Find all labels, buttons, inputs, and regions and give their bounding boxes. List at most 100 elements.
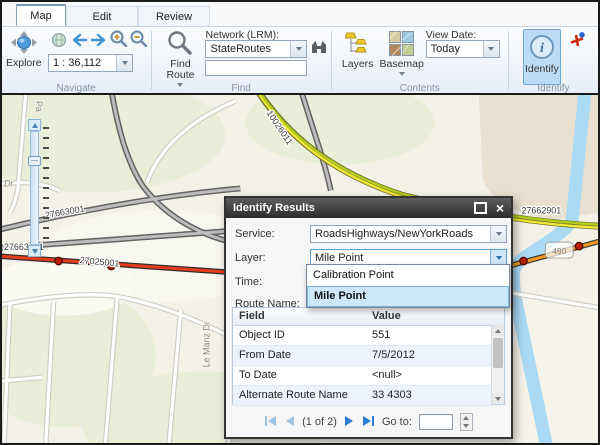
- map-zoom-slider[interactable]: [28, 119, 41, 257]
- next-extent-button[interactable]: [90, 33, 108, 51]
- search-routes-button[interactable]: [310, 40, 328, 58]
- field-cell: Object ID: [233, 326, 366, 345]
- last-page-button[interactable]: [362, 415, 375, 430]
- value-cell: 33 4303: [366, 386, 491, 405]
- chevron-down-icon: [399, 72, 405, 76]
- triangle-down-icon: [495, 397, 501, 401]
- previous-page-button[interactable]: [284, 415, 295, 430]
- goto-label: Go to:: [382, 416, 412, 428]
- goto-page-input[interactable]: [419, 414, 453, 430]
- scrollbar-thumb[interactable]: [493, 338, 503, 368]
- triangle-up-icon: [495, 329, 501, 333]
- slider-zoom-in-button[interactable]: [28, 119, 41, 131]
- slider-handle[interactable]: [28, 156, 41, 166]
- identify-info-icon: i: [528, 33, 556, 64]
- full-extent-button[interactable]: [50, 33, 68, 51]
- scroll-up-button[interactable]: [492, 325, 504, 336]
- network-lrm-combobox[interactable]: StateRoutes: [205, 40, 307, 58]
- globe-icon: [51, 32, 67, 53]
- view-date-combobox[interactable]: Today: [426, 40, 500, 58]
- map-scale-combobox[interactable]: 1 : 36,112: [48, 54, 133, 72]
- forward-arrow-icon: [90, 33, 108, 52]
- basemap-button[interactable]: Basemap: [380, 31, 424, 76]
- table-scrollbar[interactable]: [491, 325, 504, 404]
- zoom-out-button[interactable]: [130, 32, 148, 50]
- first-page-button[interactable]: [264, 415, 277, 430]
- tab-map[interactable]: Map: [16, 4, 66, 26]
- zoom-in-icon: [110, 30, 128, 52]
- svg-text:i: i: [540, 41, 544, 56]
- route-label-27662901: 27662901: [522, 205, 562, 215]
- goto-spinner[interactable]: [460, 413, 473, 431]
- table-row: Alternate Route Name 33 4303: [233, 386, 491, 406]
- scroll-down-button[interactable]: [492, 393, 504, 404]
- slider-zoom-out-button[interactable]: [28, 245, 41, 257]
- service-combobox[interactable]: RoadsHighways/NewYorkRoads: [310, 225, 507, 243]
- service-value: RoadsHighways/NewYorkRoads: [311, 228, 490, 240]
- slider-scale-ticks: [43, 127, 49, 247]
- table-row: Object ID 551: [233, 326, 491, 346]
- triangle-down-icon: [463, 424, 469, 428]
- chevron-down-icon[interactable]: [483, 41, 499, 57]
- dialog-title: Identify Results: [233, 202, 315, 214]
- column-header-value: Value: [366, 308, 504, 325]
- maximize-icon[interactable]: [474, 202, 487, 214]
- chevron-down-icon[interactable]: [116, 55, 132, 71]
- identify-label: Identify: [525, 64, 559, 75]
- dialog-titlebar[interactable]: Identify Results ×: [226, 198, 511, 218]
- dropdown-item-mile-point[interactable]: Mile Point: [307, 286, 509, 307]
- app-window: Map Edit Review Explore: [0, 0, 600, 445]
- map-scale-value: 1 : 36,112: [49, 57, 116, 69]
- layer-dropdown-list: Calibration Point Mile Point: [306, 264, 510, 308]
- group-navigate: Explore 1 : 36,112 Navigate: [2, 27, 151, 94]
- close-icon[interactable]: ×: [496, 201, 504, 215]
- time-label: Time:: [235, 276, 262, 288]
- field-cell: Alternate Route Name: [233, 386, 366, 405]
- zoom-out-icon: [130, 30, 148, 52]
- triangle-up-icon: [463, 416, 469, 420]
- tab-edit[interactable]: Edit: [66, 6, 138, 26]
- chevron-down-icon[interactable]: [290, 41, 306, 57]
- zoom-in-button[interactable]: [110, 32, 128, 50]
- slider-track[interactable]: [30, 131, 39, 245]
- layers-button[interactable]: Layers: [340, 31, 376, 70]
- identify-results-dialog: Identify Results × Service: RoadsHighway…: [224, 196, 513, 439]
- results-pager: (1 of 2) Go to:: [226, 411, 511, 433]
- value-cell: <null>: [366, 366, 491, 385]
- service-label: Service:: [235, 228, 275, 240]
- explore-icon: [9, 31, 39, 58]
- spinner-up-button[interactable]: [461, 414, 472, 422]
- layers-tree-icon: [345, 31, 371, 59]
- field-cell: From Date: [233, 346, 366, 365]
- dropdown-item-calibration-point[interactable]: Calibration Point: [307, 265, 509, 286]
- group-find: Find Route Network (LRM): StateRoutes Fi…: [151, 27, 330, 94]
- street-label-dr: Dr: [4, 178, 14, 188]
- highway-shield: 490: [545, 242, 573, 258]
- street-label-le-manz-dr: Le Manz Dr: [202, 321, 212, 367]
- street-label-pa: Pa: [34, 101, 44, 112]
- table-header: Field Value: [233, 308, 504, 326]
- basemap-grid-icon: [389, 31, 414, 59]
- network-lrm-value: StateRoutes: [206, 43, 290, 55]
- find-route-button[interactable]: Find Route: [159, 30, 201, 87]
- page-status: (1 of 2): [302, 416, 337, 428]
- shield-490-label: 490: [552, 246, 566, 256]
- explore-button[interactable]: Explore: [6, 31, 42, 69]
- view-date-value: Today: [427, 43, 483, 55]
- layer-label: Layer:: [235, 252, 266, 264]
- previous-extent-button[interactable]: [70, 33, 88, 51]
- next-page-button[interactable]: [344, 415, 355, 430]
- ribbon-body: Explore 1 : 36,112 Navigate: [2, 26, 598, 94]
- ribbon-tab-bar: Map Edit Review: [2, 2, 598, 26]
- identify-button[interactable]: i Identify: [523, 29, 561, 85]
- column-header-field: Field: [233, 308, 366, 325]
- spinner-down-button[interactable]: [461, 422, 472, 430]
- value-cell: 7/5/2012: [366, 346, 491, 365]
- tab-review[interactable]: Review: [138, 6, 210, 26]
- triangle-down-icon: [32, 249, 38, 254]
- value-cell: 551: [366, 326, 491, 345]
- chevron-down-icon[interactable]: [490, 226, 506, 242]
- identify-route-location-button[interactable]: [569, 33, 587, 51]
- group-contents: Layers Basemap View Date: Today Contents: [332, 27, 508, 94]
- route-search-input[interactable]: [205, 60, 307, 76]
